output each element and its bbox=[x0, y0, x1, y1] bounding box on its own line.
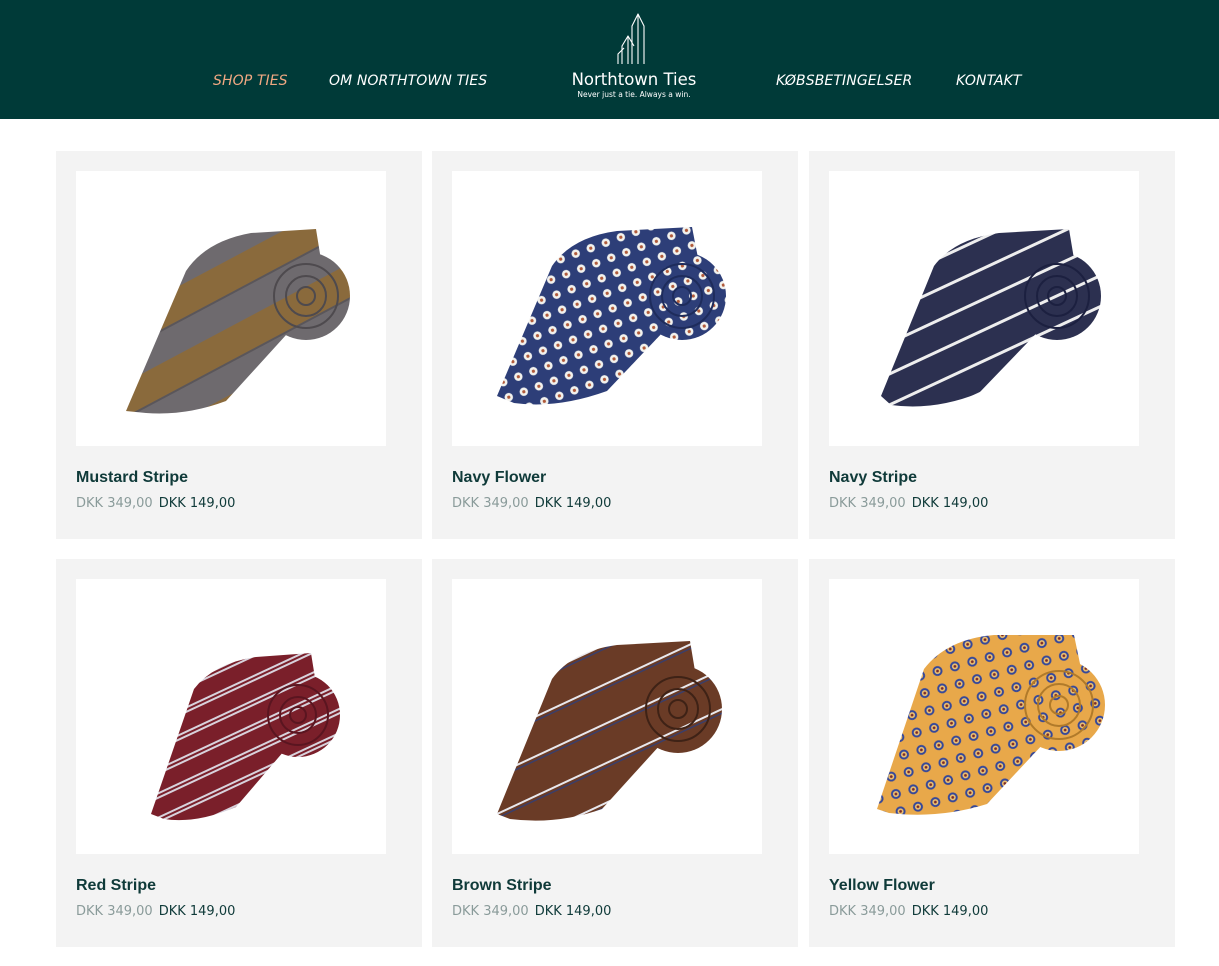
nav-about[interactable]: OM NORTHTOWN TIES bbox=[329, 73, 487, 89]
product-card[interactable]: Navy Stripe DKK 349,00 DKK 149,00 bbox=[809, 151, 1175, 539]
product-name[interactable]: Yellow Flower bbox=[829, 877, 935, 895]
logo-tagline: Never just a tie. Always a win. bbox=[577, 90, 691, 99]
product-price: DKK 349,00 DKK 149,00 bbox=[76, 904, 235, 919]
product-card[interactable]: Navy Flower DKK 349,00 DKK 149,00 bbox=[432, 151, 798, 539]
product-price: DKK 349,00 DKK 149,00 bbox=[452, 904, 611, 919]
tie-navy-flower-icon bbox=[497, 227, 726, 405]
product-card[interactable]: Yellow Flower DKK 349,00 DKK 149,00 bbox=[809, 559, 1175, 947]
product-price: DKK 349,00 DKK 149,00 bbox=[452, 496, 611, 511]
product-image[interactable] bbox=[452, 171, 762, 446]
sale-price: DKK 149,00 bbox=[534, 496, 612, 511]
old-price: DKK 349,00 bbox=[829, 904, 906, 919]
old-price: DKK 349,00 bbox=[76, 496, 153, 511]
old-price: DKK 349,00 bbox=[452, 904, 529, 919]
product-image[interactable] bbox=[76, 579, 386, 854]
product-image[interactable] bbox=[829, 171, 1139, 446]
site-logo[interactable]: Northtown Ties Never just a tie. Always … bbox=[556, 12, 712, 108]
product-name[interactable]: Red Stripe bbox=[76, 877, 156, 895]
nav-shop-ties[interactable]: SHOP TIES bbox=[213, 73, 288, 89]
tie-navy-stripe-icon bbox=[881, 229, 1101, 407]
sale-price: DKK 149,00 bbox=[911, 496, 989, 511]
nav-terms[interactable]: KØBSBETINGELSER bbox=[776, 73, 912, 89]
product-price: DKK 349,00 DKK 149,00 bbox=[829, 904, 988, 919]
product-card[interactable]: Mustard Stripe DKK 349,00 DKK 149,00 bbox=[56, 151, 422, 539]
product-name[interactable]: Mustard Stripe bbox=[76, 469, 188, 487]
product-image[interactable] bbox=[452, 579, 762, 854]
product-image[interactable] bbox=[829, 579, 1139, 854]
product-image[interactable] bbox=[76, 171, 386, 446]
tie-mustard-stripe-icon bbox=[126, 229, 350, 414]
sale-price: DKK 149,00 bbox=[911, 904, 989, 919]
logo-name: Northtown Ties bbox=[571, 70, 697, 89]
nav-contact[interactable]: KONTAKT bbox=[956, 73, 1022, 89]
product-name[interactable]: Navy Stripe bbox=[829, 469, 917, 487]
old-price: DKK 349,00 bbox=[829, 496, 906, 511]
site-header: SHOP TIES OM NORTHTOWN TIES Northtown Ti… bbox=[0, 0, 1219, 119]
product-name[interactable]: Navy Flower bbox=[452, 469, 546, 487]
tie-red-stripe-icon bbox=[151, 653, 340, 821]
buildings-logo-icon bbox=[617, 13, 645, 64]
tie-yellow-flower-icon bbox=[877, 635, 1105, 815]
sale-price: DKK 149,00 bbox=[158, 496, 236, 511]
sale-price: DKK 149,00 bbox=[534, 904, 612, 919]
product-price: DKK 349,00 DKK 149,00 bbox=[829, 496, 988, 511]
sale-price: DKK 149,00 bbox=[158, 904, 236, 919]
product-price: DKK 349,00 DKK 149,00 bbox=[76, 496, 235, 511]
old-price: DKK 349,00 bbox=[76, 904, 153, 919]
tie-brown-stripe-icon bbox=[497, 641, 722, 821]
old-price: DKK 349,00 bbox=[452, 496, 529, 511]
product-card[interactable]: Red Stripe DKK 349,00 DKK 149,00 bbox=[56, 559, 422, 947]
product-name[interactable]: Brown Stripe bbox=[452, 877, 552, 895]
product-card[interactable]: Brown Stripe DKK 349,00 DKK 149,00 bbox=[432, 559, 798, 947]
